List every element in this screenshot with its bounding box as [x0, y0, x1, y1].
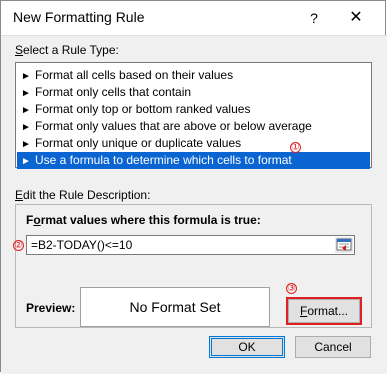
rule-type-item[interactable]: ► Format only unique or duplicate values [17, 135, 370, 152]
edit-description-label: Edit the Rule Description: [15, 188, 151, 202]
triangle-right-icon: ► [21, 122, 31, 133]
annotation-marker-3: ③ [286, 283, 297, 294]
rule-description-panel: Format values where this formula is true… [13, 204, 372, 328]
collapse-dialog-icon[interactable] [335, 237, 353, 253]
format-preview: No Format Set [80, 287, 270, 327]
new-formatting-rule-dialog: New Formatting Rule ? ✕ Select a Rule Ty… [0, 0, 387, 374]
format-button[interactable]: Format... [288, 299, 360, 323]
triangle-right-icon: ► [21, 71, 31, 82]
formula-input[interactable]: =B2-TODAY()<=10 [26, 235, 355, 255]
rule-type-list[interactable]: ► Format all cells based on their values … [15, 62, 372, 169]
dialog-body: Select a Rule Type: ► Format all cells ba… [1, 35, 387, 374]
formula-heading: Format values where this formula is true… [26, 213, 261, 227]
window-title: New Formatting Rule [13, 9, 145, 25]
rule-type-item[interactable]: ► Format only values that are above or be… [17, 118, 370, 135]
help-icon[interactable]: ? [299, 5, 329, 31]
rule-type-item[interactable]: ► Format only cells that contain [17, 84, 370, 101]
annotation-marker-2: ② [13, 240, 24, 251]
formula-value[interactable]: =B2-TODAY()<=10 [31, 238, 132, 252]
triangle-right-icon: ► [21, 88, 31, 99]
triangle-right-icon: ► [21, 139, 31, 150]
rule-type-item[interactable]: ► Format only top or bottom ranked values [17, 101, 370, 118]
close-icon[interactable]: ✕ [339, 5, 373, 31]
cancel-button[interactable]: Cancel [295, 336, 371, 358]
ok-button[interactable]: OK [209, 336, 285, 358]
triangle-right-icon: ► [21, 156, 31, 167]
annotation-marker-1: ① [290, 142, 301, 153]
preview-label: Preview: [26, 301, 76, 315]
triangle-right-icon: ► [21, 105, 31, 116]
rule-type-label: Select a Rule Type: [15, 43, 119, 57]
title-bar: New Formatting Rule ? ✕ [1, 1, 387, 35]
rule-type-item[interactable]: ► Format all cells based on their values [17, 67, 370, 84]
rule-type-item-selected[interactable]: ► Use a formula to determine which cells … [17, 152, 370, 169]
